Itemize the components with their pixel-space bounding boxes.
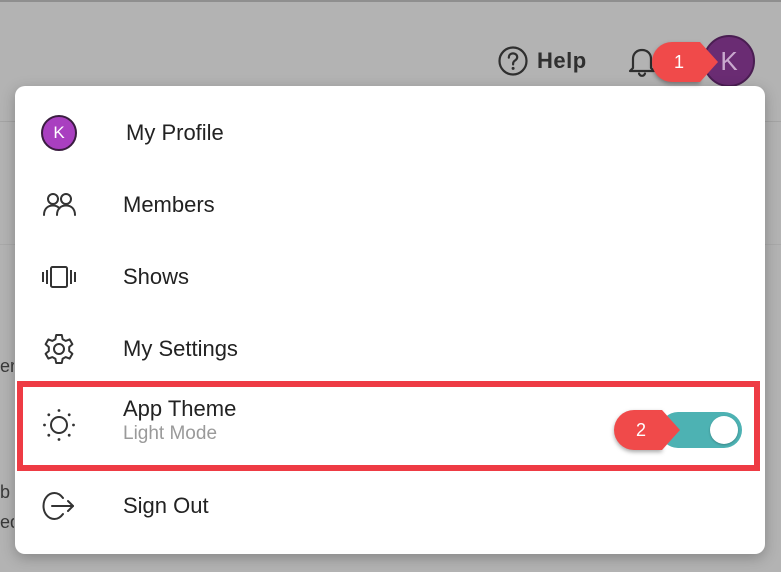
app-theme-text: App Theme Light Mode: [123, 396, 236, 446]
sun-icon: [39, 405, 79, 445]
menu-item-label: My Settings: [123, 336, 238, 361]
app-theme-label: App Theme: [123, 396, 237, 421]
gear-icon: [39, 329, 79, 369]
app-theme-sublabel: Light Mode: [123, 423, 218, 444]
background-text-fragment: ed: [0, 512, 14, 532]
callout-marker-2: 2: [614, 410, 680, 450]
menu-item-my-settings[interactable]: My Settings: [15, 313, 765, 385]
menu-item-label: Shows: [123, 264, 190, 289]
callout-pointer: [662, 410, 680, 450]
help-label: Help: [537, 48, 587, 73]
menu-item-members[interactable]: Members: [15, 169, 765, 241]
toggle-knob: [710, 416, 738, 444]
menu-item-sign-out[interactable]: Sign Out: [15, 470, 765, 542]
callout-number: 1: [652, 42, 700, 82]
menu-item-my-profile[interactable]: K My Profile: [15, 97, 765, 169]
sign-out-icon: [39, 486, 79, 526]
avatar-small-initial: K: [53, 123, 65, 142]
callout-number: 2: [614, 410, 662, 450]
menu-item-label: Sign Out: [123, 493, 209, 518]
user-dropdown-menu: K My Profile Members Shows My Settings A…: [15, 86, 765, 554]
members-icon: [39, 185, 79, 225]
shows-icon: [39, 257, 79, 297]
menu-item-shows[interactable]: Shows: [15, 241, 765, 313]
callout-marker-1: 1: [652, 42, 718, 82]
help-button[interactable]: Help: [497, 44, 587, 78]
avatar-icon: K: [39, 113, 79, 153]
menu-item-label: My Profile: [126, 120, 224, 145]
top-border: [0, 0, 781, 2]
menu-item-label: Members: [123, 192, 215, 217]
avatar-initial: K: [720, 45, 738, 76]
avatar-small: K: [41, 115, 77, 151]
background-text-fragment: er: [0, 356, 14, 376]
question-circle-icon: [497, 45, 529, 77]
callout-pointer: [700, 42, 718, 82]
background-text-fragment: b: [0, 482, 11, 502]
